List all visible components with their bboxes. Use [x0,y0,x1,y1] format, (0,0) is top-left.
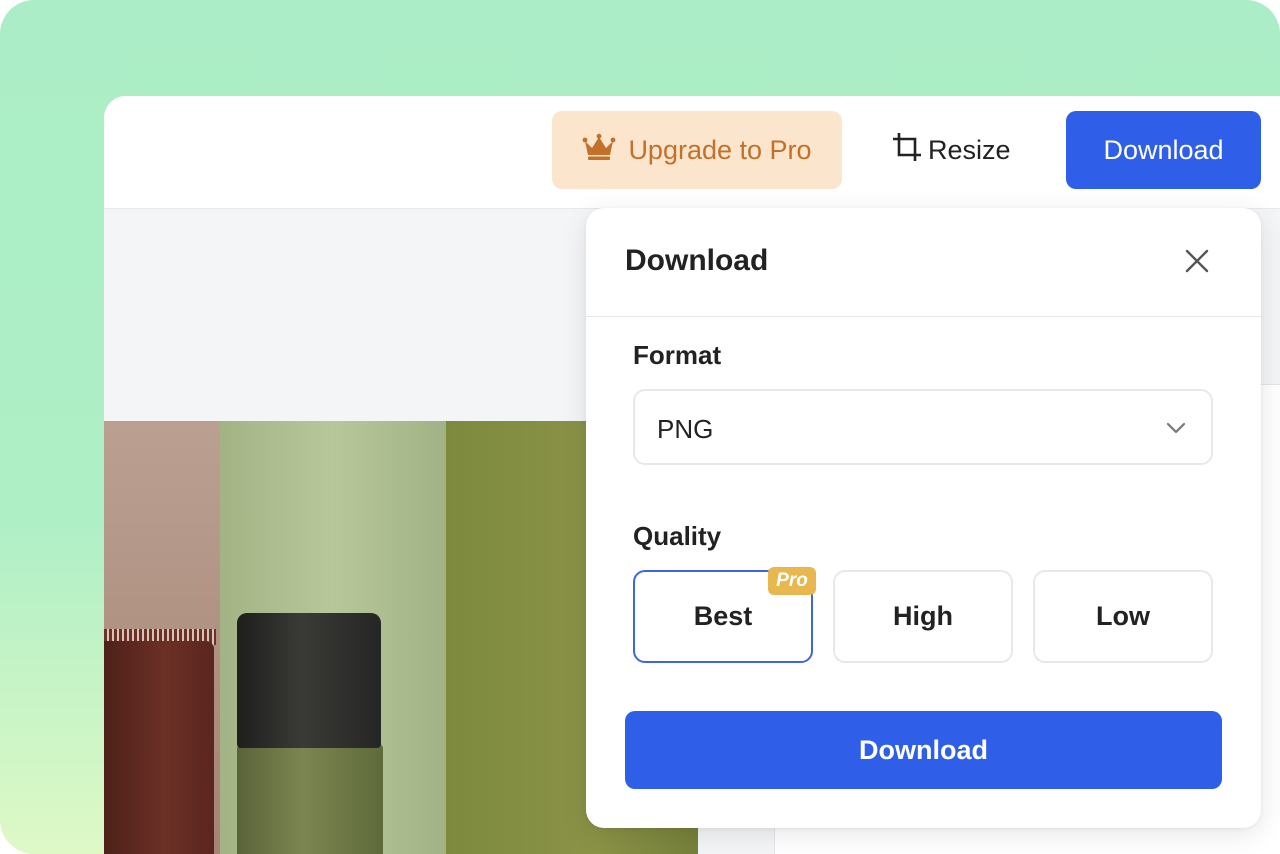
crown-icon [582,133,616,168]
download-dialog: Download Format PNG Quality Best Pro Hig… [586,208,1261,828]
chevron-down-icon [1165,419,1187,437]
quality-option-high[interactable]: High [833,570,1013,663]
quality-label: Quality [633,521,722,551]
crop-icon [892,132,922,169]
format-value: PNG [657,414,714,444]
top-toolbar: Upgrade to Pro Resize Download [104,96,1280,209]
cosmetic-tube [104,641,214,854]
pro-badge: Pro [768,567,816,595]
resize-button[interactable]: Resize [892,111,1020,189]
upgrade-label: Upgrade to Pro [628,134,812,165]
bottle-body [237,743,383,854]
upgrade-to-pro-button[interactable]: Upgrade to Pro [552,111,842,189]
resize-label: Resize [928,134,1011,165]
bottle-cap [237,613,381,748]
format-select[interactable]: PNG [633,389,1213,465]
dialog-header: Download [586,208,1261,317]
download-button[interactable]: Download [1066,111,1261,189]
format-label: Format [633,340,722,370]
quality-option-low[interactable]: Low [1033,570,1213,663]
download-confirm-button[interactable]: Download [625,711,1222,789]
close-icon[interactable] [1182,246,1212,276]
dialog-title: Download [625,244,769,277]
